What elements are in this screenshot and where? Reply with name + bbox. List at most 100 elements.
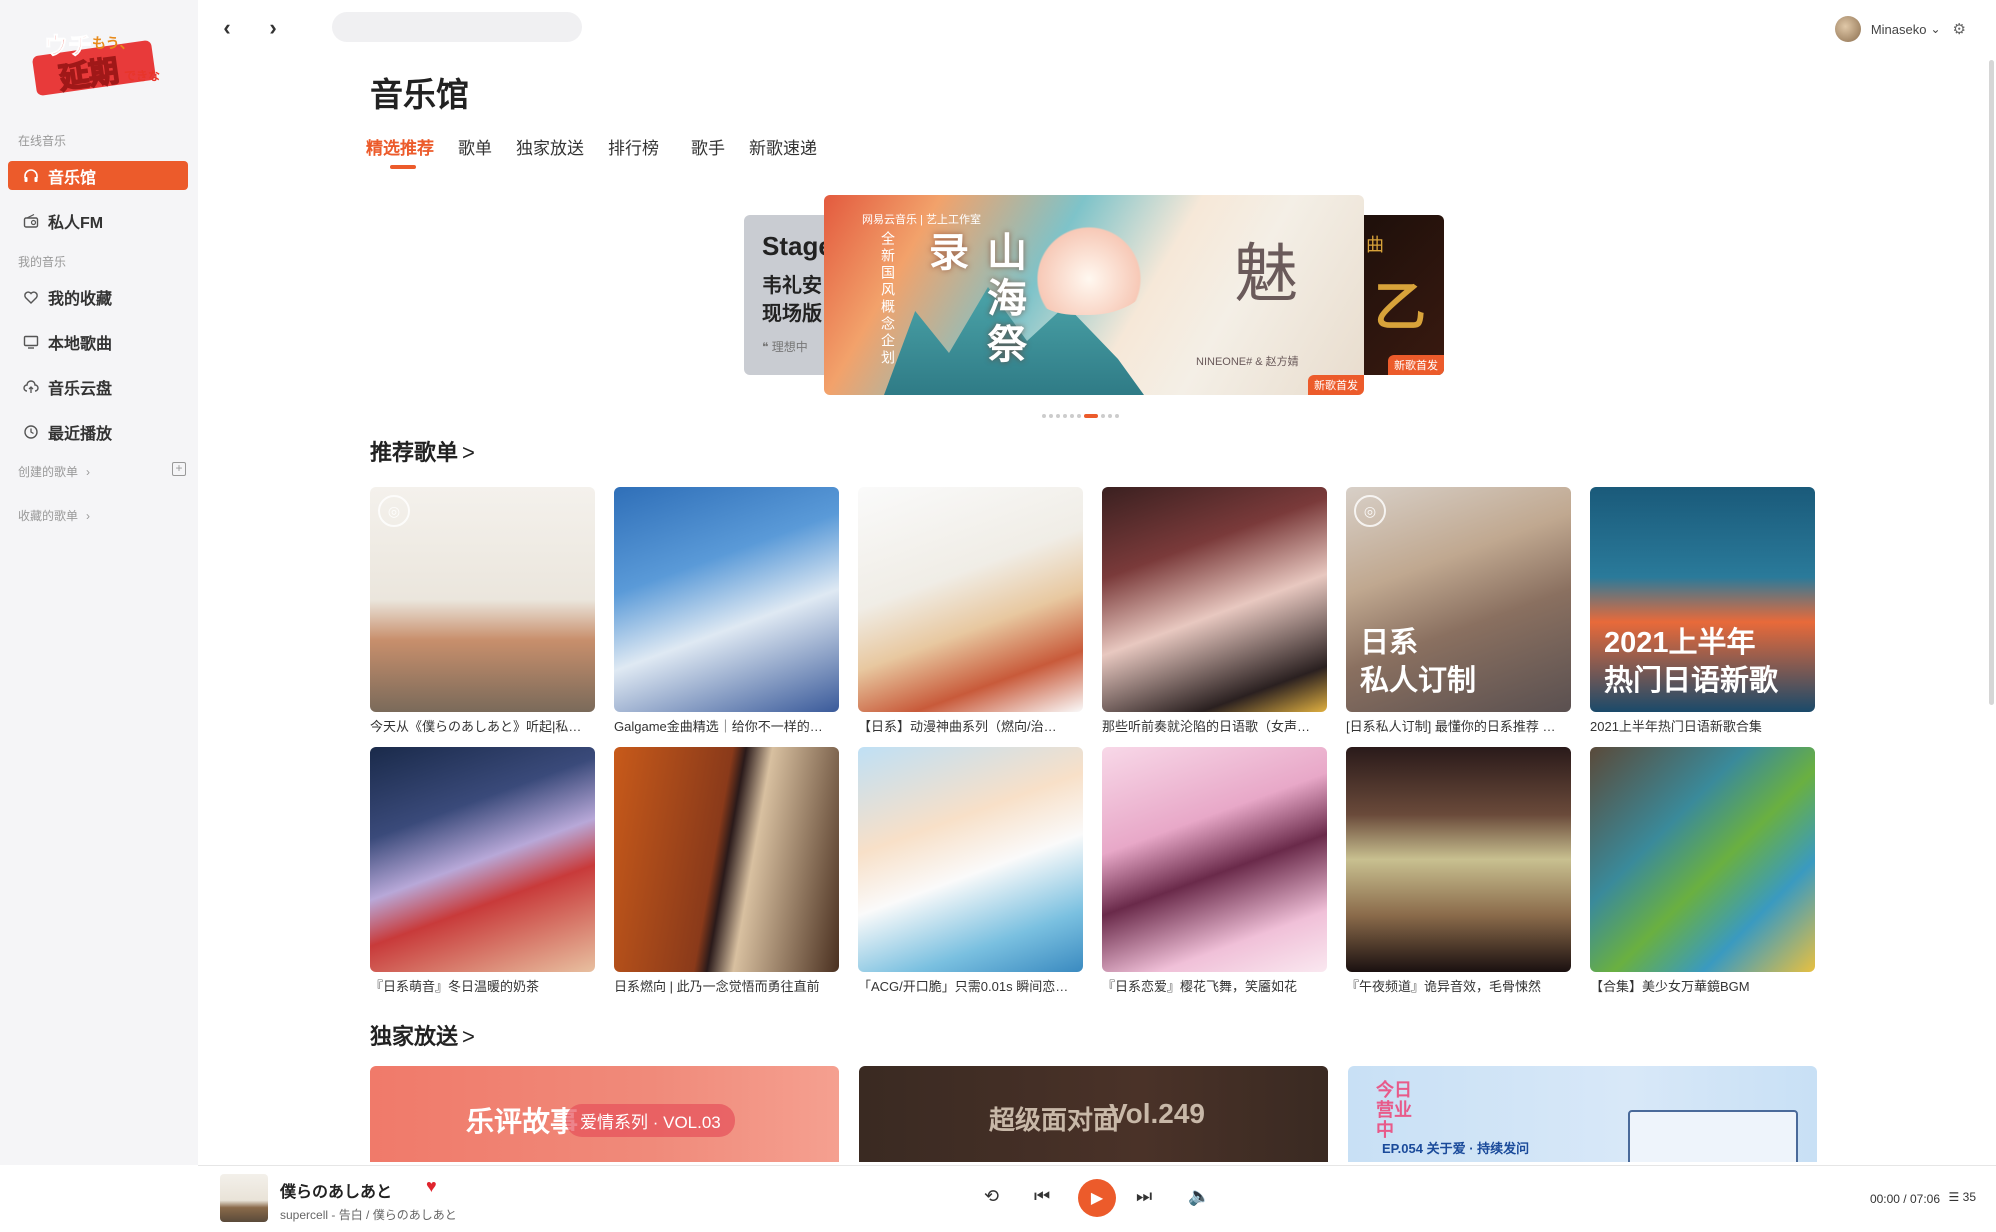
- chevron-right-icon: >: [462, 440, 475, 465]
- playlist-card[interactable]: 那些听前奏就沦陷的日语歌（女声…: [1102, 487, 1327, 735]
- volume-icon[interactable]: 🔈: [1188, 1186, 1210, 1207]
- playlist-title[interactable]: 【合集】美少女万華鏡BGM: [1590, 976, 1815, 995]
- chevron-down-icon[interactable]: ⌄: [1930, 22, 1940, 36]
- play-icon: ▶: [1090, 1190, 1104, 1207]
- add-playlist-icon[interactable]: +: [172, 462, 186, 476]
- carousel-dot[interactable]: [1115, 414, 1119, 418]
- back-button[interactable]: ‹: [215, 16, 239, 40]
- carousel-dot[interactable]: [1070, 414, 1074, 418]
- exclusive-card-3[interactable]: 今日营业中 EP.054 关于爱 · 持续发问: [1348, 1066, 1817, 1162]
- exclusive-title-text: 独家放送: [370, 1024, 459, 1049]
- sidebar-item-label: 本地歌曲: [48, 335, 113, 353]
- loop-icon[interactable]: ⟲: [984, 1186, 999, 1207]
- section-my-music: 我的音乐: [18, 255, 67, 269]
- playlist-card[interactable]: 『日系萌音』冬日温暖的奶茶: [370, 747, 595, 995]
- playlist-grid: ◎ 今天从《僕らのあしあと》听起|私… Galgame金曲精选｜给你不一样的… 【日系…: [370, 487, 1815, 735]
- playlist-title[interactable]: 『日系萌音』冬日温暖的奶茶: [370, 976, 595, 995]
- sidebar-item-favorites[interactable]: 我的收藏: [8, 282, 188, 311]
- play-button[interactable]: ▶: [1078, 1179, 1116, 1217]
- recommend-section-title[interactable]: 推荐歌单 >: [370, 435, 475, 467]
- carousel-dots: [1042, 414, 1122, 418]
- playlist-cover[interactable]: [614, 747, 839, 972]
- playlist-cover[interactable]: [370, 747, 595, 972]
- tab-exclusive[interactable]: 独家放送: [516, 134, 584, 159]
- playlist-queue-button[interactable]: ☰ 35: [1949, 1190, 1976, 1204]
- carousel-dot[interactable]: [1108, 414, 1112, 418]
- playlist-cover[interactable]: [1346, 747, 1571, 972]
- playlist-cover[interactable]: [858, 747, 1083, 972]
- exclusive-card-1[interactable]: 乐评故事 爱情系列 · VOL.03: [370, 1066, 839, 1162]
- banner-big-title: 山海祭录: [922, 231, 1027, 369]
- sidebar-item-music-hall[interactable]: 音乐馆: [8, 161, 188, 190]
- playlist-cover[interactable]: [858, 487, 1083, 712]
- monitor-icon: [20, 334, 42, 350]
- playlist-cover[interactable]: [614, 487, 839, 712]
- tab-playlists[interactable]: 歌单: [458, 134, 492, 159]
- heart-icon[interactable]: ♥: [426, 1176, 437, 1197]
- next-icon[interactable]: ⏭: [1136, 1186, 1152, 1207]
- tab-new-songs[interactable]: 新歌速递: [749, 134, 817, 159]
- tab-artists[interactable]: 歌手: [691, 134, 725, 159]
- sidebar-item-local-songs[interactable]: 本地歌曲: [8, 327, 188, 356]
- carousel-dot[interactable]: [1063, 414, 1067, 418]
- prev-icon[interactable]: ⏮: [1034, 1186, 1050, 1207]
- sidebar-item-recent[interactable]: 最近播放: [8, 417, 188, 446]
- app-window: ウチ もう、 延期 できない。 在线音乐 音乐馆 私人FM 我的音乐 我的收藏: [0, 0, 1996, 1232]
- playlist-cover[interactable]: ◎: [370, 487, 595, 712]
- gear-icon[interactable]: ⚙: [1953, 20, 1966, 38]
- banner-credit: NINEONE# & 赵方婧: [1196, 356, 1299, 368]
- playlist-cover[interactable]: [1590, 747, 1815, 972]
- forward-button[interactable]: ›: [261, 16, 285, 40]
- collected-playlists-toggle[interactable]: 收藏的歌单 ›: [18, 507, 90, 524]
- exclusive-window-art: [1628, 1110, 1798, 1162]
- carousel-dot[interactable]: [1049, 414, 1053, 418]
- playlist-card[interactable]: ◎ 今天从《僕らのあしあと》听起|私…: [370, 487, 595, 735]
- playlist-title[interactable]: 【日系】动漫神曲系列（燃向/治…: [858, 716, 1083, 735]
- clock-icon: [20, 424, 42, 440]
- playlist-title[interactable]: 「ACG/开口脆」只需0.01s 瞬间恋…: [858, 976, 1083, 995]
- playlist-title[interactable]: 今天从《僕らのあしあと》听起|私…: [370, 716, 595, 735]
- sidebar-item-cloud-disk[interactable]: 音乐云盘: [8, 372, 188, 401]
- banner-slide-current[interactable]: 网易云音乐 | 艺上工作室 全新国风概念企划 山海祭录 魅 NINEONE# &…: [824, 195, 1364, 395]
- carousel-dot[interactable]: [1077, 414, 1081, 418]
- search-input[interactable]: [332, 12, 582, 42]
- carousel-dot[interactable]: [1042, 414, 1046, 418]
- playlist-title[interactable]: Galgame金曲精选｜给你不一样的…: [614, 716, 839, 735]
- playlist-card[interactable]: 『日系恋爱』樱花飞舞，笑靥如花: [1102, 747, 1327, 995]
- carousel-dot[interactable]: [1056, 414, 1060, 418]
- playlist-card[interactable]: 2021上半年 热门日语新歌 2021上半年热门日语新歌合集: [1590, 487, 1815, 735]
- player-artist[interactable]: supercell - 告白 / 僕らのあしあと: [280, 1206, 457, 1223]
- playlist-card[interactable]: 日系燃向 | 此乃一念觉悟而勇往直前: [614, 747, 839, 995]
- playlist-cover[interactable]: [1102, 487, 1327, 712]
- created-playlists-toggle[interactable]: 创建的歌单 ›: [18, 463, 90, 480]
- exclusive-section-title[interactable]: 独家放送 >: [370, 1019, 475, 1051]
- exclusive-text2: Vol.249: [1109, 1098, 1205, 1129]
- carousel-dot[interactable]: [1101, 414, 1105, 418]
- exclusive-card-2[interactable]: 超级面对面 Vol.249: [859, 1066, 1328, 1162]
- user-menu[interactable]: Minaseko ⌄ ⚙: [1834, 16, 1966, 42]
- playlist-title[interactable]: [日系私人订制] 最懂你的日系推荐 …: [1346, 716, 1571, 735]
- playlist-card[interactable]: Galgame金曲精选｜给你不一样的…: [614, 487, 839, 735]
- playlist-card[interactable]: 「ACG/开口脆」只需0.01s 瞬间恋…: [858, 747, 1083, 995]
- playlist-card[interactable]: 【日系】动漫神曲系列（燃向/治…: [858, 487, 1083, 735]
- playlist-card[interactable]: ◎ 日系 私人订制 [日系私人订制] 最懂你的日系推荐 …: [1346, 487, 1571, 735]
- tab-featured[interactable]: 精选推荐: [366, 134, 434, 169]
- playlist-title[interactable]: 2021上半年热门日语新歌合集: [1590, 716, 1815, 735]
- playlist-cover[interactable]: [1102, 747, 1327, 972]
- playlist-card[interactable]: 『午夜频道』诡异音效，毛骨悚然: [1346, 747, 1571, 995]
- playlist-cover[interactable]: ◎ 日系 私人订制: [1346, 487, 1571, 712]
- playlist-title[interactable]: 日系燃向 | 此乃一念觉悟而勇往直前: [614, 976, 839, 995]
- tab-charts[interactable]: 排行榜: [608, 134, 659, 159]
- sidebar-item-private-fm[interactable]: 私人FM: [8, 206, 188, 235]
- scrollbar[interactable]: [1989, 60, 1994, 705]
- avatar[interactable]: [1834, 16, 1861, 42]
- carousel-dot[interactable]: [1084, 414, 1098, 418]
- player-cover[interactable]: [220, 1174, 268, 1222]
- playlist-title[interactable]: 『午夜频道』诡异音效，毛骨悚然: [1346, 976, 1571, 995]
- playlist-title[interactable]: 『日系恋爱』樱花飞舞，笑靥如花: [1102, 976, 1327, 995]
- playlist-card[interactable]: 【合集】美少女万華鏡BGM: [1590, 747, 1815, 995]
- player-song-title[interactable]: 僕らのあしあと: [280, 1178, 392, 1202]
- playlist-cover[interactable]: 2021上半年 热门日语新歌: [1590, 487, 1815, 712]
- username[interactable]: Minaseko: [1871, 22, 1927, 37]
- playlist-title[interactable]: 那些听前奏就沦陷的日语歌（女声…: [1102, 716, 1327, 735]
